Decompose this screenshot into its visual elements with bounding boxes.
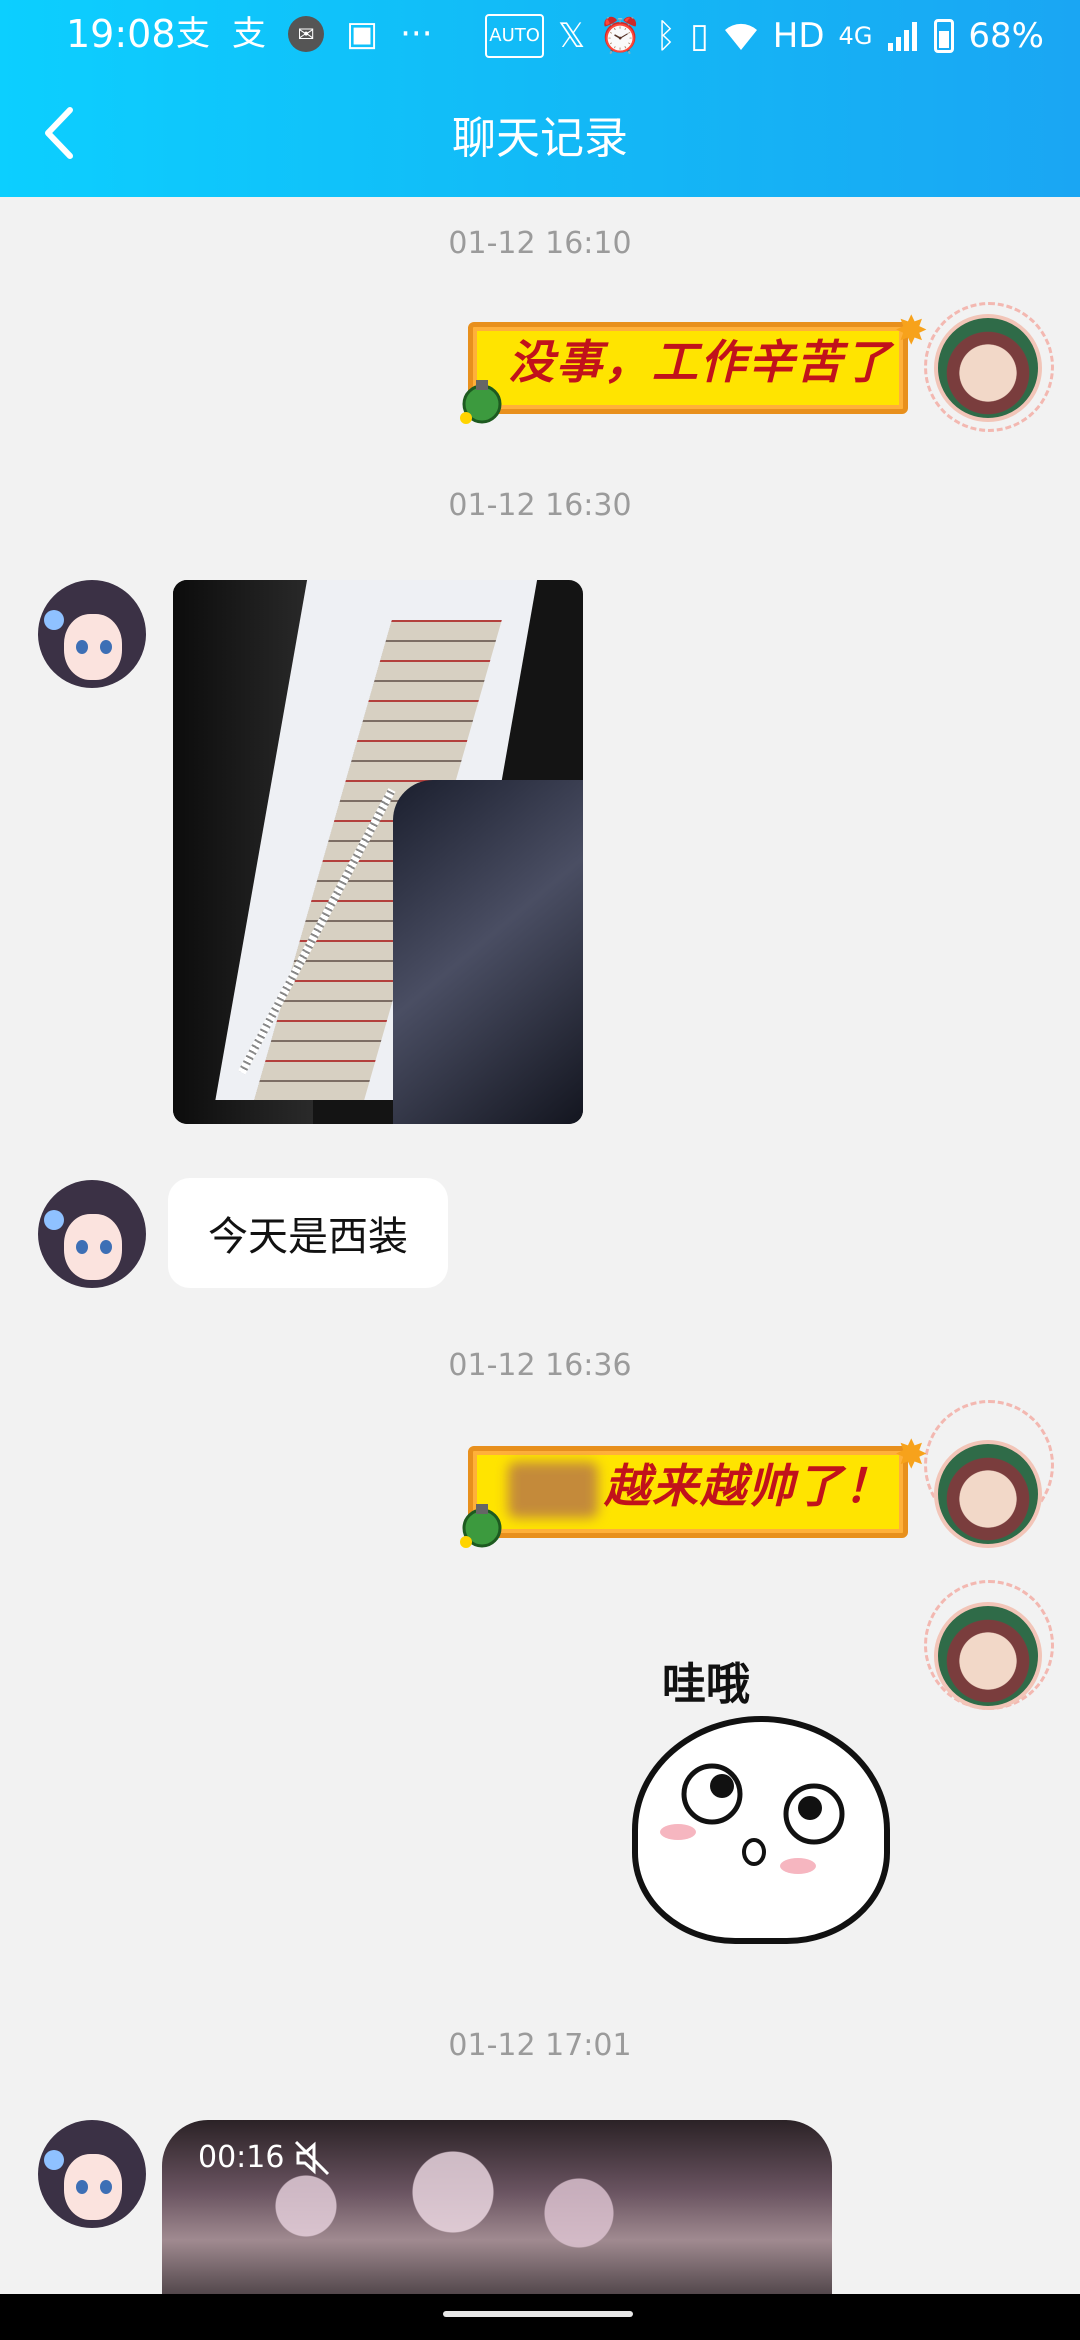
- battery-percent: 68%: [968, 16, 1044, 56]
- message-timestamp: 01-12 16:10: [448, 226, 632, 261]
- x-icon: 𝕏: [557, 16, 586, 56]
- sticker-label: 哇哦: [662, 1659, 750, 1710]
- avatar-self[interactable]: [934, 1440, 1042, 1548]
- bluetooth-icon: ᛒ: [655, 16, 677, 56]
- home-indicator[interactable]: [443, 2311, 633, 2317]
- grenade-icon: [460, 380, 502, 424]
- avatar-self[interactable]: [934, 314, 1042, 422]
- mail-notification-icon: ✉: [288, 16, 324, 52]
- message-timestamp: 01-12 17:01: [448, 2028, 632, 2063]
- auto-hz-icon: AUTO: [485, 14, 544, 58]
- status-left-icons: 支 支 ✉ ▣ ···: [176, 14, 433, 54]
- sticker-banner-message[interactable]: 越来越帅了！ ✸: [454, 1432, 928, 1552]
- status-right-icons: AUTO 𝕏 ⏰ ᛒ ▯ HD 4G 68%: [485, 14, 1044, 58]
- grenade-icon: [460, 1504, 502, 1548]
- vibrate-icon: ▯: [690, 16, 709, 56]
- banner-text: 越来越帅了！: [604, 1459, 892, 1513]
- banner-text: 没事，工作辛苦了: [508, 335, 892, 389]
- wifi-icon: [724, 23, 757, 50]
- sticker-banner-message[interactable]: 没事，工作辛苦了 ✸: [454, 308, 928, 428]
- redacted-blur: [508, 1462, 598, 1518]
- gallery-icon: ▣: [346, 14, 379, 54]
- avatar-self[interactable]: [934, 1602, 1042, 1710]
- sticker-face: [632, 1716, 890, 1944]
- burst-icon: ✸: [894, 1432, 928, 1478]
- mute-icon[interactable]: [292, 2138, 332, 2178]
- avatar-contact[interactable]: [38, 2120, 146, 2228]
- page-title: 聊天记录: [452, 113, 628, 164]
- burst-icon: ✸: [894, 308, 928, 354]
- avatar-contact[interactable]: [38, 1180, 146, 1288]
- top-bar: 19:08 支 支 ✉ ▣ ··· AUTO 𝕏 ⏰ ᛒ ▯ HD 4G 68%…: [0, 0, 1080, 197]
- alarm-icon: ⏰: [599, 16, 642, 56]
- 4g-label: 4G: [838, 22, 873, 50]
- gesture-bar: [0, 2294, 1080, 2340]
- avatar-contact[interactable]: [38, 580, 146, 688]
- signal-icon: [888, 22, 918, 51]
- emoji-sticker-message[interactable]: 哇哦: [620, 1648, 890, 1948]
- battery-icon: [934, 19, 955, 53]
- nav-bar: 聊天记录: [0, 70, 1080, 197]
- text-message-bubble[interactable]: 今天是西装: [168, 1178, 448, 1288]
- more-dots-icon: ···: [400, 14, 433, 54]
- message-timestamp: 01-12 16:36: [448, 1348, 632, 1383]
- image-message[interactable]: [173, 580, 583, 1124]
- video-duration: 00:16: [198, 2140, 285, 2175]
- status-bar: 19:08 支 支 ✉ ▣ ··· AUTO 𝕏 ⏰ ᛒ ▯ HD 4G 68%: [0, 0, 1080, 70]
- sticker-face-drawing: [660, 1763, 845, 1874]
- alipay-icon: 支: [176, 14, 210, 54]
- hd-label: HD: [772, 16, 825, 56]
- status-time: 19:08: [66, 12, 176, 56]
- alipay-icon: 支: [232, 14, 266, 54]
- message-timestamp: 01-12 16:30: [448, 488, 632, 523]
